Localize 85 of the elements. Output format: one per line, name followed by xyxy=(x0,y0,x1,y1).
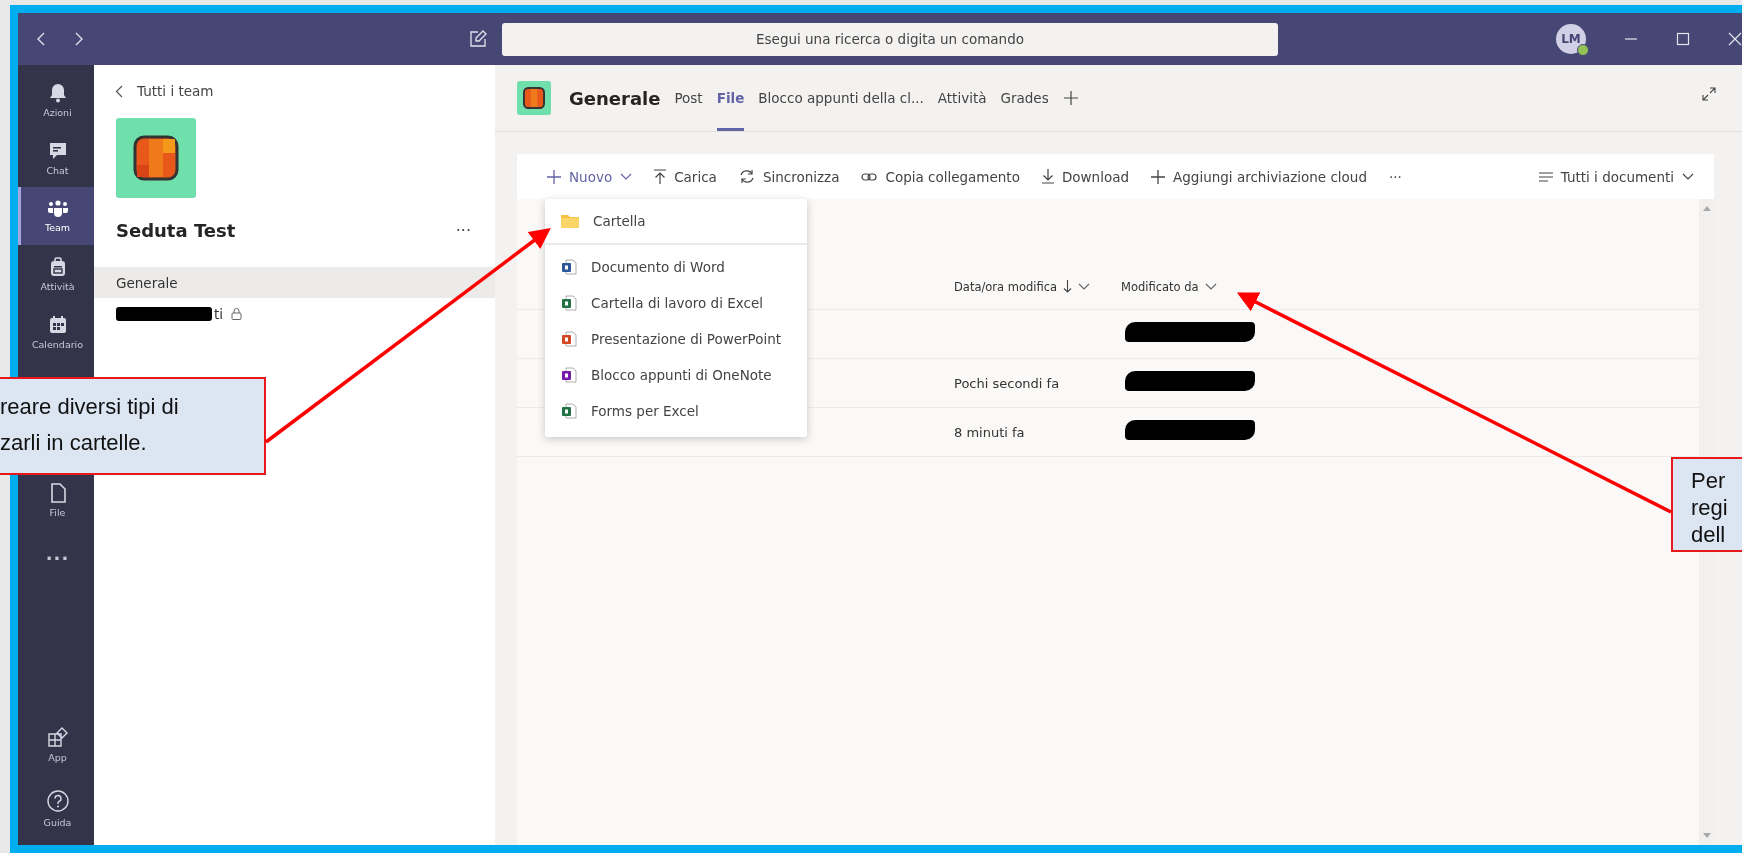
team-name: Seduta Test xyxy=(116,220,236,241)
toolbar-button[interactable]: Aggiungi archiviazione cloud xyxy=(1151,168,1367,185)
channel-title: Generale xyxy=(569,87,661,109)
document-icon xyxy=(561,295,577,311)
app-bar-item[interactable]: Attività xyxy=(18,245,94,303)
sort-down-icon xyxy=(1063,280,1073,293)
list-icon xyxy=(1538,171,1553,182)
back-icon[interactable] xyxy=(36,32,46,46)
callout-text: regi xyxy=(1691,494,1729,521)
chevron-left-icon xyxy=(115,84,123,98)
app-bar-item[interactable]: Azioni xyxy=(18,71,94,129)
menu-item[interactable]: Blocco appunti di OneNote xyxy=(545,357,807,393)
status-dot xyxy=(1577,44,1589,56)
document-icon xyxy=(561,331,577,347)
link-icon xyxy=(861,170,878,183)
apps-icon xyxy=(46,725,69,748)
view-selector[interactable]: Tutti i documenti xyxy=(1538,168,1694,185)
avatar[interactable]: LM xyxy=(1556,24,1586,54)
menu-item[interactable]: Cartella di lavoro di Excel xyxy=(545,285,807,321)
chevron-down-icon xyxy=(1682,172,1694,181)
tab[interactable]: File xyxy=(716,65,745,131)
app-bar-item[interactable]: Guida xyxy=(18,779,94,837)
plus-icon xyxy=(547,169,561,184)
toolbar-button[interactable]: Nuovo xyxy=(547,168,633,185)
toolbar-button[interactable]: Carica xyxy=(654,168,717,185)
tab[interactable]: Blocco appunti della cl... xyxy=(758,65,924,131)
menu-item[interactable]: Cartella xyxy=(545,203,807,239)
search-field[interactable]: Esegui una ricerca o digita un comando xyxy=(502,22,1278,56)
app-bar-item[interactable]: Team xyxy=(18,187,94,245)
download-icon xyxy=(1041,169,1054,184)
help-icon xyxy=(45,788,70,813)
back-link[interactable]: Tutti i team xyxy=(115,83,214,99)
forward-icon[interactable] xyxy=(74,32,84,46)
menu-item[interactable]: Documento di Word xyxy=(545,249,807,285)
team-icon xyxy=(46,199,69,218)
sync-icon xyxy=(738,169,755,184)
callout-text: reare diversi tipi di xyxy=(0,393,180,421)
column-header[interactable]: Data/ora modifica xyxy=(954,279,1121,294)
chat-icon xyxy=(47,140,68,161)
toolbar-button[interactable]: Copia collegamento xyxy=(861,168,1020,185)
tab[interactable]: Post xyxy=(674,65,703,131)
plus-icon xyxy=(1151,169,1166,184)
compose-icon[interactable] xyxy=(469,30,487,48)
chevron-down-icon xyxy=(620,172,633,181)
chevron-down-icon xyxy=(1078,282,1091,291)
close-icon[interactable] xyxy=(1728,32,1742,46)
document-icon xyxy=(561,403,577,419)
document-icon xyxy=(561,259,577,275)
menu-item[interactable]: Forms per Excel xyxy=(545,393,807,429)
folder-icon xyxy=(561,214,579,228)
add-tab-icon[interactable] xyxy=(1062,90,1079,106)
upload-icon xyxy=(654,169,667,184)
channel-icon xyxy=(517,81,551,115)
channel-name: ti xyxy=(214,305,224,322)
toolbar-button[interactable]: Download xyxy=(1041,168,1130,185)
more-button[interactable]: ··· xyxy=(1388,168,1402,185)
table-cell: Pochi secondi fa xyxy=(954,375,1060,391)
column-header[interactable]: Modificato da xyxy=(1121,279,1699,294)
lock-icon xyxy=(231,307,243,320)
expand-icon[interactable] xyxy=(1702,87,1716,101)
app-bar-item[interactable]: Chat xyxy=(18,129,94,187)
channel-name: Generale xyxy=(116,274,178,291)
app-bar-item[interactable]: App xyxy=(18,715,94,773)
callout-text: Per xyxy=(1691,467,1727,494)
menu-item[interactable]: Presentazione di PowerPoint xyxy=(545,321,807,357)
document-icon xyxy=(561,367,577,383)
bell-icon xyxy=(48,82,67,103)
channel-item[interactable]: Generale xyxy=(94,267,495,298)
app-bar-item[interactable]: Calendario xyxy=(18,303,94,361)
channel-item[interactable]: ti xyxy=(94,298,495,329)
callout-text: dell xyxy=(1691,521,1727,548)
app-bar-item[interactable]: ··· xyxy=(18,529,94,587)
calendar-icon xyxy=(47,314,68,335)
chevron-down-icon xyxy=(1204,282,1217,291)
tab[interactable]: Attività xyxy=(937,65,987,131)
app-bar-item[interactable]: File xyxy=(18,471,94,529)
table-cell: 8 minuti fa xyxy=(954,424,1025,440)
maximize-icon[interactable] xyxy=(1676,32,1690,46)
team-logo-icon xyxy=(133,135,179,181)
tab[interactable]: Grades xyxy=(1000,65,1049,131)
more-options-button[interactable]: ··· xyxy=(455,221,471,240)
toolbar-button[interactable]: Sincronizza xyxy=(738,168,840,185)
file-icon xyxy=(48,482,67,503)
callout-text: zarli in cartelle. xyxy=(0,429,148,457)
backpack-icon xyxy=(48,256,67,277)
